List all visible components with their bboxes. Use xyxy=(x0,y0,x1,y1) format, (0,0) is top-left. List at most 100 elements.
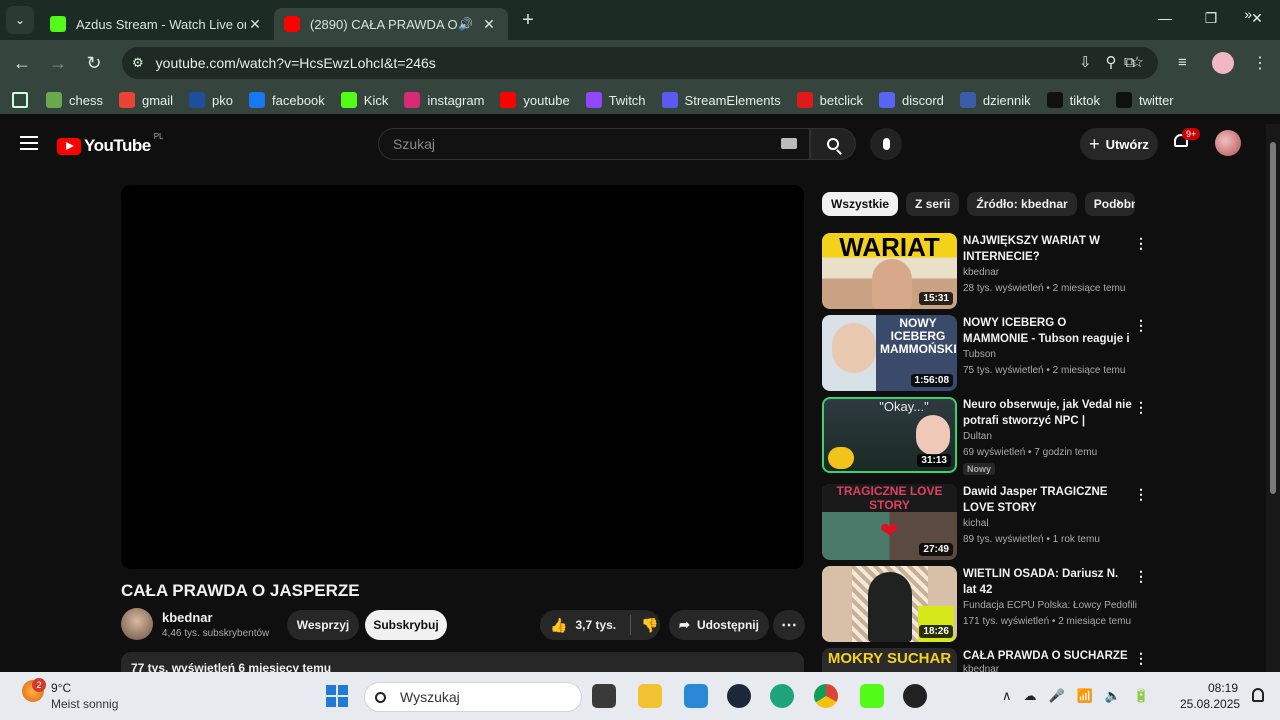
maximize-icon[interactable]: ❐ xyxy=(1201,10,1221,27)
wifi-icon[interactable]: 📶 xyxy=(1077,688,1093,704)
more-bookmarks-icon[interactable]: » xyxy=(1244,6,1252,22)
list-item[interactable]: NOWY ICEBERG MAMMOŃSKI 1:56:08 NOWY ICEB… xyxy=(822,315,1162,391)
bookmark-kick[interactable]: Kick xyxy=(340,92,388,108)
chip-all[interactable]: Wszystkie xyxy=(822,192,899,216)
video-thumbnail[interactable]: "Okay..." 31:13 xyxy=(822,397,957,473)
channel-name[interactable]: kbednar xyxy=(162,610,213,625)
bookmark-youtube[interactable]: youtube xyxy=(500,92,570,108)
bookmark-instagram[interactable]: instagram xyxy=(404,92,484,108)
reload-icon[interactable]: ↻ xyxy=(76,53,112,74)
bookmark-gmail[interactable]: gmail xyxy=(118,92,173,108)
dislike-icon[interactable]: 👎 xyxy=(641,617,658,634)
tab-kick[interactable]: Azdus Stream - Watch Live on K ✕ xyxy=(40,8,274,40)
list-item[interactable]: WARIAT 15:31 NAJWIĘKSZY WARIAT W INTERNE… xyxy=(822,233,1162,309)
chip-source[interactable]: Źródło: kbednar xyxy=(967,192,1077,216)
taskbar-search[interactable]: Wyszukaj xyxy=(364,682,582,712)
notification-bell-icon[interactable] xyxy=(1252,688,1264,702)
install-app-icon[interactable]: ⇩ xyxy=(1079,53,1092,71)
notepad-icon[interactable] xyxy=(684,684,708,708)
create-button[interactable]: + Utwórz xyxy=(1080,128,1158,160)
account-avatar[interactable] xyxy=(1215,130,1241,156)
video-thumbnail[interactable]: NOWY ICEBERG MAMMOŃSKI 1:56:08 xyxy=(822,315,957,391)
video-thumbnail[interactable]: 18:26 xyxy=(822,566,957,642)
close-tab-icon[interactable]: ✕ xyxy=(480,16,498,33)
more-vert-icon[interactable]: ⋮ xyxy=(1134,399,1148,416)
file-explorer-icon[interactable] xyxy=(638,684,662,708)
search-button[interactable] xyxy=(810,128,856,160)
extensions-icon[interactable]: ⧉ xyxy=(1124,54,1135,71)
zoom-icon[interactable]: ⚲ xyxy=(1106,53,1117,71)
profile-avatar[interactable] xyxy=(1212,52,1234,74)
task-view-icon[interactable] xyxy=(592,684,616,708)
more-vert-icon[interactable]: ⋮ xyxy=(1134,317,1148,334)
volume-icon[interactable]: 🔈 xyxy=(1105,688,1121,704)
chip-series[interactable]: Z serii xyxy=(906,192,960,216)
media-control-icon[interactable]: ≡ xyxy=(1178,54,1187,71)
more-vert-icon[interactable]: ⋮ xyxy=(1134,568,1148,585)
more-vert-icon[interactable]: ⋮ xyxy=(1134,650,1148,667)
video-player[interactable] xyxy=(121,185,804,569)
channel-avatar[interactable] xyxy=(121,608,153,640)
list-item[interactable]: MOKRY SUCHAR CAŁA PRAWDA O SUCHARZE kbed… xyxy=(822,648,1162,672)
scrollbar-thumb[interactable] xyxy=(1270,142,1276,494)
youtube-logo[interactable]: YouTube PL xyxy=(57,132,164,156)
bookmark-twitter[interactable]: twitter xyxy=(1115,92,1174,108)
windows-start-icon[interactable] xyxy=(326,685,348,707)
bookmark-betclick[interactable]: betclick xyxy=(796,92,863,108)
bookmark-dziennik[interactable]: dziennik xyxy=(959,92,1031,108)
browser-menu-icon[interactable]: ⋮ xyxy=(1252,53,1268,73)
list-item[interactable]: TRAGICZNE LOVE STORY ❤ 27:49 Dawid Jaspe… xyxy=(822,484,1162,560)
bookmark-discord[interactable]: discord xyxy=(878,92,944,108)
keyboard-icon[interactable] xyxy=(781,138,797,149)
chevron-right-icon[interactable]: › xyxy=(1116,194,1121,212)
list-item[interactable]: "Okay..." 31:13 Neuro obserwuje, jak Ved… xyxy=(822,397,1162,475)
more-actions-button[interactable]: ⋯ xyxy=(773,610,805,640)
speaker-icon[interactable]: 🔊 xyxy=(458,17,474,31)
battery-icon[interactable]: 🔋 xyxy=(1133,688,1149,704)
bookmark-streamelements[interactable]: StreamElements xyxy=(661,92,781,108)
notifications-button[interactable]: 9+ xyxy=(1172,128,1201,152)
list-item[interactable]: 18:26 WIETLIN OSADA: Dariusz N. lat 42 F… xyxy=(822,566,1162,642)
network-cloud-icon[interactable]: ☁ xyxy=(1024,688,1037,704)
site-info-icon[interactable]: ⚙ xyxy=(132,55,144,71)
chrome-icon[interactable] xyxy=(814,684,838,708)
close-tab-icon[interactable]: ✕ xyxy=(246,16,264,33)
video-thumbnail[interactable]: WARIAT 15:31 xyxy=(822,233,957,309)
chevron-up-icon[interactable]: ∧ xyxy=(1002,688,1012,704)
tab-strip: ⌄ Azdus Stream - Watch Live on K ✕ (2890… xyxy=(0,0,1280,40)
edge-icon[interactable] xyxy=(770,684,794,708)
like-count[interactable]: 3,7 tys. xyxy=(575,618,616,632)
apps-grid-icon[interactable] xyxy=(12,92,28,108)
chip-related[interactable]: Podobne xyxy=(1084,192,1135,216)
minimize-icon[interactable]: — xyxy=(1155,10,1175,26)
bookmark-twitch[interactable]: Twitch xyxy=(585,92,646,108)
forward-icon[interactable]: → xyxy=(40,53,76,74)
like-icon[interactable]: 👍 xyxy=(550,617,567,634)
bookmark-chess[interactable]: chess xyxy=(46,92,103,108)
bookmark-facebook[interactable]: facebook xyxy=(249,92,325,108)
steam-icon[interactable] xyxy=(727,684,751,708)
tab-youtube[interactable]: (2890) CAŁA PRAWDA O JASPERZE 🔊 ✕ xyxy=(274,8,508,40)
address-bar[interactable]: ⚙ youtube.com/watch?v=HcsEwzLohcI&t=246s… xyxy=(122,47,1158,79)
more-vert-icon[interactable]: ⋮ xyxy=(1134,235,1148,252)
menu-icon[interactable] xyxy=(20,136,38,150)
voice-search-button[interactable] xyxy=(870,128,902,160)
support-button[interactable]: Wesprzyj xyxy=(287,610,359,640)
back-icon[interactable]: ← xyxy=(4,53,40,74)
game-app-icon[interactable] xyxy=(903,684,927,708)
bookmark-pko[interactable]: pko xyxy=(189,92,233,108)
weather-description[interactable]: Meist sonnig xyxy=(51,697,118,711)
temperature[interactable]: 9°C xyxy=(51,681,71,695)
search-input[interactable] xyxy=(393,136,773,152)
mic-tray-icon[interactable]: 🎤 xyxy=(1049,688,1065,704)
new-tab-button[interactable]: + xyxy=(514,9,542,32)
tab-search-button[interactable]: ⌄ xyxy=(6,6,34,34)
clock[interactable]: 08:19 25.08.2025 xyxy=(1180,680,1240,712)
video-thumbnail[interactable]: TRAGICZNE LOVE STORY ❤ 27:49 xyxy=(822,484,957,560)
bookmark-tiktok[interactable]: tiktok xyxy=(1046,92,1100,108)
share-button[interactable]: ➦ Udostępnij xyxy=(669,610,769,640)
kick-app-icon[interactable] xyxy=(860,684,884,708)
subscribe-button[interactable]: Subskrybuj xyxy=(365,610,447,640)
more-vert-icon[interactable]: ⋮ xyxy=(1134,486,1148,503)
video-thumbnail[interactable]: MOKRY SUCHAR xyxy=(822,648,957,672)
